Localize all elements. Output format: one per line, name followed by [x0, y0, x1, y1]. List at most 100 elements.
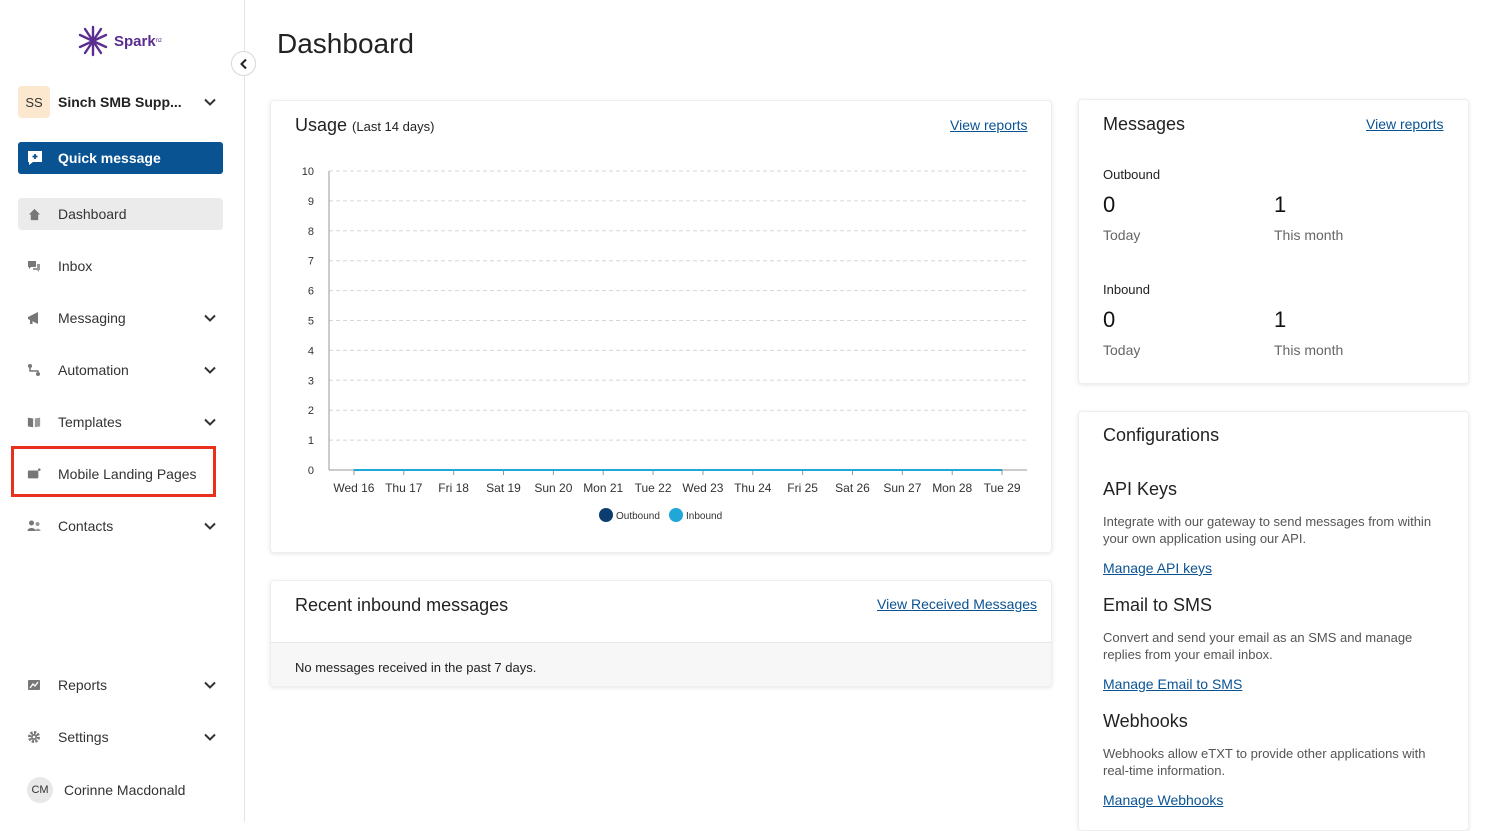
api-keys-description: Integrate with our gateway to send messa… — [1103, 514, 1432, 546]
messages-card: Messages View reports Outbound 0 Today 1… — [1078, 99, 1469, 384]
sidebar-item-dashboard[interactable]: Dashboard — [18, 198, 223, 230]
account-switcher[interactable]: SS Sinch SMB Supp... — [18, 86, 223, 118]
sidebar-item-mobile-landing-pages[interactable]: Mobile Landing Pages — [18, 458, 223, 490]
page-title: Dashboard — [277, 28, 414, 59]
view-received-messages-link[interactable]: View Received Messages — [877, 596, 1037, 612]
spark-star-icon — [78, 25, 108, 57]
y-tick-label: 4 — [308, 345, 314, 357]
sidebar-item-inbox[interactable]: Inbox — [18, 250, 223, 282]
avatar: CM — [27, 777, 53, 803]
sidebar-item-label: Inbox — [58, 258, 93, 274]
y-tick-label: 2 — [308, 405, 314, 417]
chevron-down-icon — [204, 681, 216, 689]
api-keys-heading: API Keys — [1103, 479, 1178, 499]
webhooks-description: Webhooks allow eTXT to provide other app… — [1103, 746, 1426, 778]
sidebar-item-label: Reports — [58, 677, 108, 693]
outbound-month-label: This month — [1274, 227, 1344, 243]
landing-page-icon — [27, 467, 41, 481]
sidebar-item-automation[interactable]: Automation — [18, 354, 223, 386]
user-name: Corinne Macdonald — [64, 782, 186, 798]
user-profile[interactable]: CM Corinne Macdonald — [27, 777, 185, 803]
chevron-down-icon — [204, 733, 216, 741]
outbound-month-count: 1 — [1274, 192, 1287, 217]
legend-label-outbound: Outbound — [616, 511, 660, 522]
messages-view-reports-link[interactable]: View reports — [1366, 116, 1444, 132]
sidebar-item-messaging[interactable]: Messaging — [18, 302, 223, 334]
sidebar-item-reports[interactable]: Reports — [18, 669, 223, 701]
recent-inbound-title: Recent inbound messages — [295, 595, 509, 615]
sidebar-item-label: Dashboard — [58, 206, 127, 222]
chevron-down-icon — [204, 522, 216, 530]
x-tick-label: Sun 27 — [883, 481, 921, 495]
sidebar-item-contacts[interactable]: Contacts — [18, 510, 223, 542]
x-tick-label: Fri 18 — [438, 481, 469, 495]
usage-chart: 0 1 2 3 4 5 6 7 8 9 10 Wed 16 Thu 17 Fri 18 Sat 19 Sun … — [302, 166, 1027, 522]
webhooks-heading: Webhooks — [1103, 711, 1188, 731]
configurations-card: Configurations API Keys Integrate with o… — [1078, 411, 1469, 831]
logo-sup: nz — [155, 38, 163, 44]
configurations-title: Configurations — [1103, 425, 1220, 445]
email-to-sms-description: Convert and send your email as an SMS an… — [1103, 630, 1413, 662]
manage-email-to-sms-link[interactable]: Manage Email to SMS — [1103, 676, 1242, 692]
x-tick-label: Fri 25 — [787, 481, 818, 495]
chevron-down-icon — [204, 418, 216, 426]
recent-empty-message: No messages received in the past 7 days. — [271, 642, 1051, 686]
inbound-month-label: This month — [1274, 342, 1344, 358]
users-icon — [27, 519, 41, 533]
message-plus-icon — [28, 151, 42, 165]
sidebar-item-label: Templates — [58, 414, 122, 430]
x-tick-label: Sat 19 — [486, 481, 521, 495]
y-tick-label: 10 — [302, 166, 314, 178]
chat-icon — [27, 259, 41, 273]
book-icon — [27, 415, 41, 429]
megaphone-icon — [27, 311, 41, 325]
x-tick-label: Thu 24 — [734, 481, 772, 495]
collapse-sidebar-button[interactable] — [231, 51, 256, 76]
y-tick-label: 7 — [308, 256, 314, 268]
chevron-left-icon — [239, 58, 247, 69]
outbound-today-label: Today — [1103, 227, 1141, 243]
inbound-month-count: 1 — [1274, 307, 1287, 332]
x-tick-label: Sun 20 — [534, 481, 572, 495]
chevron-down-icon — [204, 314, 216, 322]
logo-text: Spark — [114, 32, 156, 50]
legend-swatch-inbound — [669, 508, 683, 522]
y-tick-label: 6 — [308, 286, 314, 298]
x-tick-label: Thu 17 — [385, 481, 423, 495]
y-tick-label: 9 — [308, 196, 314, 208]
sidebar-item-settings[interactable]: Settings — [18, 721, 223, 753]
y-tick-label: 8 — [308, 226, 314, 238]
inbound-today-count: 0 — [1103, 307, 1116, 332]
y-tick-label: 1 — [308, 435, 314, 447]
y-tick-label: 0 — [308, 465, 314, 477]
inbound-label: Inbound — [1103, 282, 1150, 297]
legend-label-inbound: Inbound — [686, 511, 722, 522]
sidebar-item-label: Mobile Landing Pages — [58, 466, 197, 482]
x-tick-label: Wed 23 — [682, 481, 723, 495]
x-tick-label: Tue 22 — [635, 481, 672, 495]
x-tick-label: Tue 29 — [984, 481, 1021, 495]
outbound-today-count: 0 — [1103, 192, 1116, 217]
y-tick-label: 3 — [308, 375, 314, 387]
recent-inbound-card: Recent inbound messages View Received Me… — [270, 580, 1052, 687]
inbound-today-label: Today — [1103, 342, 1141, 358]
sidebar-item-label: Messaging — [58, 310, 126, 326]
account-name: Sinch SMB Supp... — [58, 94, 182, 110]
outbound-label: Outbound — [1103, 167, 1161, 182]
sidebar-item-label: Settings — [58, 729, 109, 745]
manage-webhooks-link[interactable]: Manage Webhooks — [1103, 792, 1223, 808]
sidebar-item-templates[interactable]: Templates — [18, 406, 223, 438]
messages-title: Messages — [1103, 114, 1186, 134]
sidebar: Spark nz SS Sinch SMB Supp... Quick messa… — [0, 0, 245, 822]
legend-swatch-outbound — [599, 508, 613, 522]
spark-logo[interactable]: Spark nz — [76, 24, 162, 58]
quick-message-button[interactable]: Quick message — [18, 142, 223, 174]
x-tick-label: Mon 21 — [583, 481, 623, 495]
sidebar-item-label: Automation — [58, 362, 129, 378]
usage-card: Usage (Last 14 days) View reports 012345… — [270, 100, 1052, 553]
quick-message-label: Quick message — [58, 150, 161, 166]
chart-icon — [27, 678, 41, 692]
manage-api-keys-link[interactable]: Manage API keys — [1103, 560, 1212, 576]
x-tick-label: Mon 28 — [932, 481, 972, 495]
x-tick-label: Sat 26 — [835, 481, 870, 495]
